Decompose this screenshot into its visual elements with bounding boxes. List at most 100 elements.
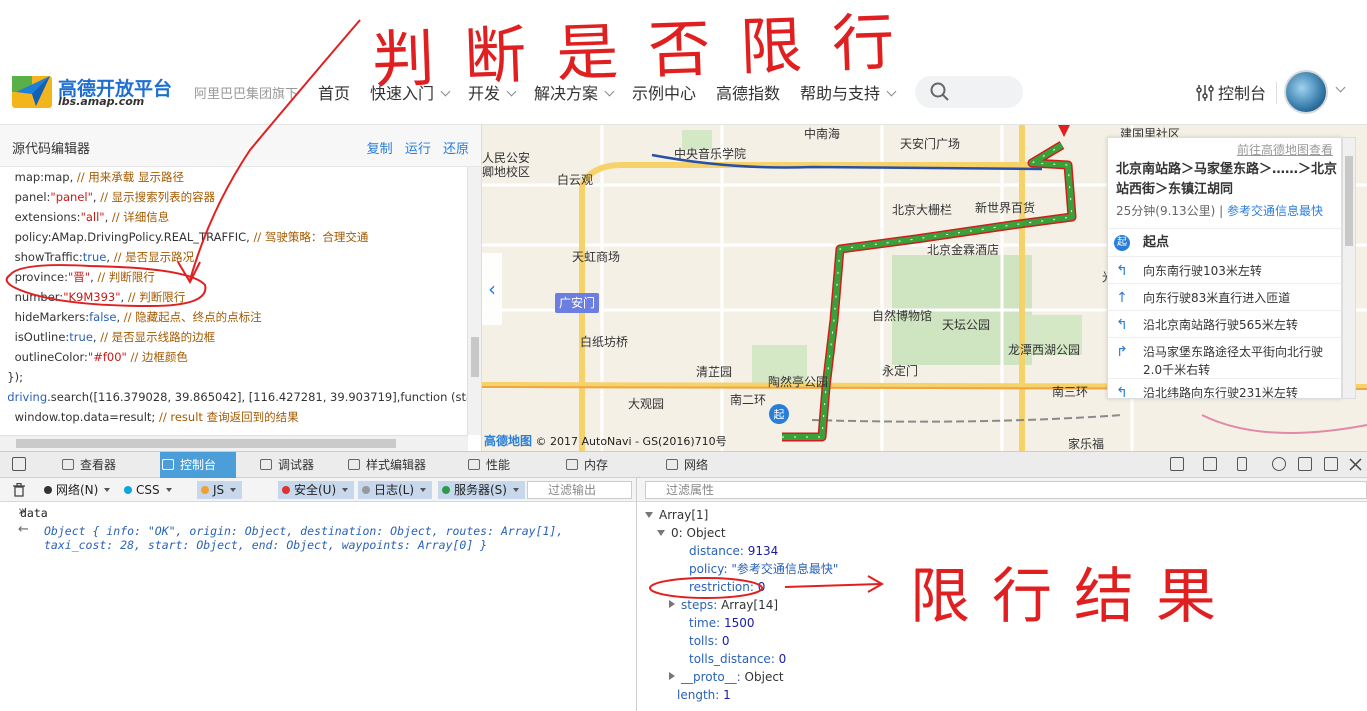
devtools-tab[interactable]: 性能 xyxy=(466,452,522,478)
devtools-tab[interactable]: 调试器 xyxy=(258,452,324,478)
route-step[interactable]: ↰ 沿北京南站路行驶565米左转 xyxy=(1108,310,1341,337)
route-step-start[interactable]: 起 起点 xyxy=(1108,228,1341,256)
turn-arrow-icon: ↰ xyxy=(1116,385,1128,399)
undock-icon[interactable] xyxy=(1324,457,1338,471)
chevron-down-icon[interactable] xyxy=(1335,82,1346,93)
route-step[interactable]: ↑ 向东行驶83米直行进入匝道 xyxy=(1108,283,1341,310)
code-token: policy:AMap.DrivingPolicy.REAL_TRAFFIC, xyxy=(0,230,254,244)
split-console-icon[interactable] xyxy=(1203,457,1217,471)
route-panel-scrollbar[interactable] xyxy=(1342,137,1356,399)
filter-props-input[interactable]: 过滤属性 xyxy=(645,481,1367,499)
nav-item-0[interactable]: 首页 xyxy=(318,80,350,104)
inspector-row[interactable]: __proto__: Object xyxy=(669,668,784,686)
search-box[interactable] xyxy=(915,76,1023,108)
devtools-tab[interactable]: 查看器 xyxy=(60,452,136,478)
dropdown-arrow-icon xyxy=(512,488,519,492)
map-poi-label[interactable]: 清芷园 xyxy=(696,363,732,380)
devtools-tab[interactable]: 内存 xyxy=(564,452,620,478)
code-area[interactable]: map:map, // 用来承载 显示路径 panel:"panel", // … xyxy=(0,167,468,435)
map-view[interactable]: 起 人民公安 卿地校区 白云观 中央音乐学院 中南海 天安门广场 建国里社区 北京大栅栏 新世界… xyxy=(482,125,1367,451)
code-token: hideMarkers: xyxy=(0,310,90,324)
gear-icon[interactable] xyxy=(1272,457,1286,471)
map-poi-label[interactable]: 中央音乐学院 xyxy=(674,145,746,162)
tab-icon xyxy=(260,459,272,470)
route-step-text: 向东南行驶103米左转 xyxy=(1143,264,1262,278)
map-poi-label[interactable]: 天坛公园 xyxy=(942,316,990,333)
map-panel-toggle[interactable]: ‹ xyxy=(482,253,502,325)
expand-closed-icon[interactable] xyxy=(669,600,675,608)
route-summary-separator: | xyxy=(1215,204,1228,218)
expand-closed-icon[interactable] xyxy=(669,672,675,680)
map-poi-label[interactable]: 天虹商场 xyxy=(572,248,620,265)
map-poi-label[interactable]: 大观园 xyxy=(628,395,664,412)
devtools-tab[interactable]: 样式编辑器 xyxy=(346,452,442,478)
console-filter-toggle[interactable]: 安全(U) xyxy=(278,481,355,499)
map-poi-label[interactable]: 北京金霖酒店 xyxy=(927,241,999,258)
map-poi-label[interactable]: 自然博物馆 xyxy=(872,307,932,324)
inspector-row[interactable]: time: 1500 xyxy=(689,614,755,632)
console-filter-toggle[interactable]: 网络(N) xyxy=(40,481,116,499)
run-button[interactable]: 运行 xyxy=(405,142,431,157)
inspector-row[interactable]: policy: "参考交通信息最快" xyxy=(689,560,838,578)
map-poi-label[interactable]: 白纸坊桥 xyxy=(580,333,628,350)
map-poi-label[interactable]: 南二环 xyxy=(730,391,766,408)
map-poi-label[interactable]: 卿地校区 xyxy=(482,163,530,180)
expand-open-icon[interactable] xyxy=(645,512,653,518)
map-poi-label[interactable]: 中南海 xyxy=(804,125,840,142)
route-step[interactable]: ↰ 沿北纬路向东行驶231米左转 xyxy=(1108,378,1341,399)
inspector-row[interactable]: restriction: 0 xyxy=(689,578,765,596)
map-poi-label[interactable]: 陶然亭公园 xyxy=(768,373,828,390)
open-in-amap-link[interactable]: 前往高德地图查看 xyxy=(1237,141,1333,158)
map-poi-label[interactable]: 天安门广场 xyxy=(900,135,960,152)
editor-vertical-scrollbar[interactable] xyxy=(467,167,481,435)
dock-side-icon[interactable] xyxy=(1298,457,1312,471)
scroll-thumb[interactable] xyxy=(16,439,396,448)
console-filter-toggle[interactable]: CSS xyxy=(120,481,178,499)
inspector-row[interactable]: tolls: 0 xyxy=(689,632,729,650)
map-poi-label[interactable]: 永定门 xyxy=(882,362,918,379)
editor-actions: 复制 运行 还原 xyxy=(359,138,469,157)
scroll-thumb[interactable] xyxy=(1345,156,1353,246)
inspector-row[interactable]: 0: Object xyxy=(657,524,726,542)
inspector-row[interactable]: Array[1] xyxy=(645,506,708,524)
console-result[interactable]: Object { info: "OK", origin: Object, des… xyxy=(44,524,634,552)
devtools-tab[interactable]: 控制台 xyxy=(160,452,236,478)
close-icon[interactable] xyxy=(1349,458,1362,471)
amap-logo-icon[interactable] xyxy=(12,70,52,110)
map-poi-label[interactable]: 新世界百货 xyxy=(975,199,1035,216)
console-filter-toggle[interactable]: 服务器(S) xyxy=(438,481,525,499)
copy-button[interactable]: 复制 xyxy=(367,142,393,157)
scroll-thumb[interactable] xyxy=(471,337,479,377)
responsive-icon[interactable] xyxy=(1237,457,1247,471)
map-poi-label[interactable]: 白云观 xyxy=(557,171,593,188)
reset-button[interactable]: 还原 xyxy=(443,142,469,157)
console-filter-label: 服务器(S) xyxy=(454,483,507,497)
map-poi-label[interactable]: 南三环 xyxy=(1052,383,1088,400)
console-link[interactable]: 控制台 xyxy=(1196,80,1266,104)
tab-icon xyxy=(348,459,360,470)
devtools-tab[interactable]: 网络 xyxy=(664,452,720,478)
turn-arrow-icon: ↱ xyxy=(1116,344,1128,360)
inspector-row[interactable]: steps: Array[14] xyxy=(669,596,778,614)
map-poi-label[interactable]: 北京大栅栏 xyxy=(892,201,952,218)
console-filter-toggle[interactable]: JS xyxy=(197,481,243,499)
expand-open-icon[interactable] xyxy=(657,530,665,536)
route-step[interactable]: ↰ 向东南行驶103米左转 xyxy=(1108,256,1341,283)
map-poi-label[interactable]: 龙潭西湖公园 xyxy=(1008,341,1080,358)
avatar[interactable] xyxy=(1284,70,1328,114)
map-poi-label[interactable]: 家乐福 xyxy=(1068,435,1104,451)
console-filter-toggle[interactable]: 日志(L) xyxy=(358,481,433,499)
dropdown-arrow-icon xyxy=(230,488,237,492)
filter-output-input[interactable]: 过滤输出 xyxy=(527,481,632,499)
element-picker-icon[interactable] xyxy=(12,457,26,471)
station-tag[interactable]: 广安门 xyxy=(555,293,599,313)
layout-icon[interactable] xyxy=(1170,457,1184,471)
trash-icon[interactable] xyxy=(13,483,25,497)
route-end-marker[interactable] xyxy=(1058,125,1070,137)
route-step[interactable]: ↱ 沿马家堡东路途径太平街向北行驶2.0千米右转 xyxy=(1108,337,1341,378)
inspector-row[interactable]: distance: 9134 xyxy=(689,542,778,560)
inspector-row[interactable]: tolls_distance: 0 xyxy=(689,650,786,668)
inspector-row[interactable]: length: 1 xyxy=(677,686,731,704)
editor-horizontal-scrollbar[interactable] xyxy=(0,435,468,451)
inspector-key: steps: xyxy=(681,598,722,612)
